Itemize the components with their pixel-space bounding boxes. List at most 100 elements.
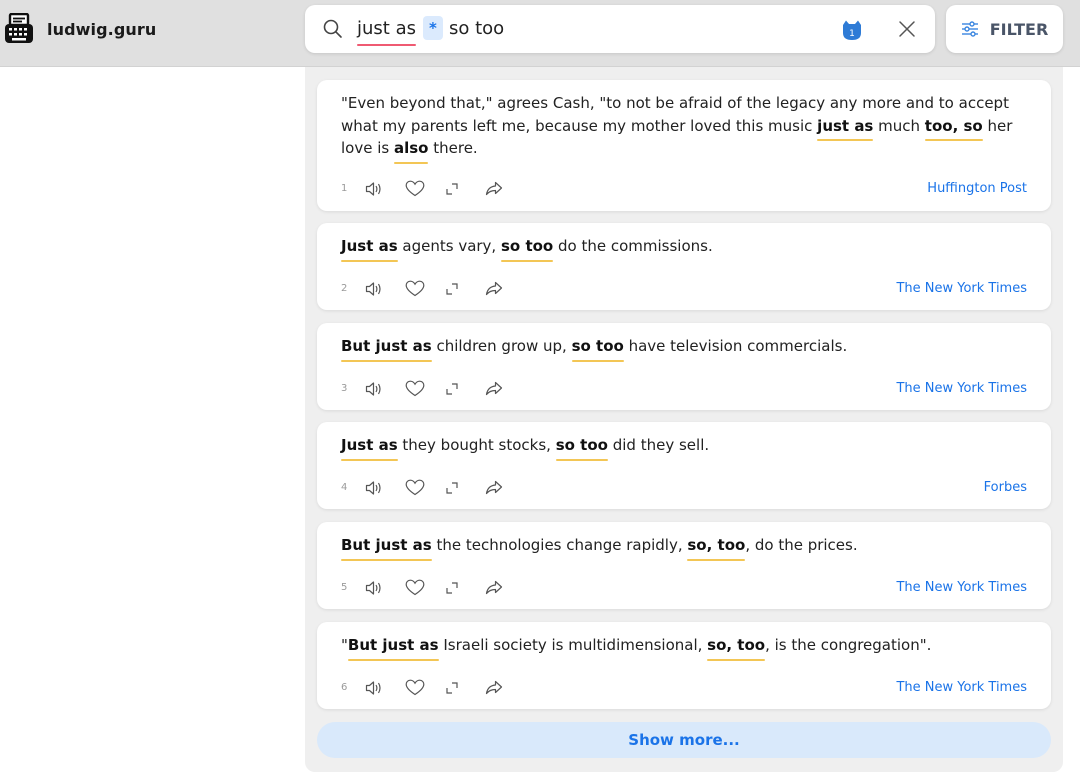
share-icon <box>485 181 503 196</box>
speaker-icon <box>365 480 381 495</box>
share-button[interactable] <box>485 680 515 695</box>
listen-button[interactable] <box>365 181 395 197</box>
like-button[interactable] <box>405 180 435 197</box>
highlighted-match: so, too <box>707 634 765 660</box>
filter-label: FILTER <box>989 19 1049 39</box>
share-button[interactable] <box>485 181 515 196</box>
search-bar[interactable]: just as * so too 1 <box>305 5 935 53</box>
sentence-text: the technologies change rapidly, <box>431 536 688 554</box>
like-button[interactable] <box>405 479 435 496</box>
wildcard-chip[interactable]: * <box>422 16 443 40</box>
like-button[interactable] <box>405 579 435 596</box>
highlighted-match: so too <box>500 235 554 261</box>
query-part-first: just as <box>357 17 416 46</box>
share-button[interactable] <box>485 580 515 595</box>
speaker-icon <box>365 680 381 695</box>
card-actions: 6 <box>341 679 515 696</box>
filter-button[interactable]: FILTER <box>946 5 1063 53</box>
top-bar: ludwig.guru just as * so too 1 FILTER <box>0 0 1080 67</box>
highlighted-match: Just as <box>341 434 398 460</box>
show-more-button[interactable]: Show more... <box>317 722 1051 758</box>
sentence-text: children grow up, <box>431 337 572 355</box>
source-link[interactable]: The New York Times <box>896 281 1027 296</box>
like-button[interactable] <box>405 380 435 397</box>
listen-button[interactable] <box>365 281 395 297</box>
share-icon <box>485 381 503 396</box>
highlighted-match: too, so <box>924 115 983 141</box>
expand-button[interactable] <box>445 681 475 695</box>
sentence-text: did they sell. <box>607 436 710 454</box>
share-button[interactable] <box>485 381 515 396</box>
sentence-text: they bought stocks, <box>397 436 556 454</box>
like-button[interactable] <box>405 679 435 696</box>
highlighted-match: so, too <box>687 534 745 560</box>
source-link[interactable]: The New York Times <box>896 381 1027 396</box>
heart-icon <box>405 679 425 696</box>
listen-button[interactable] <box>365 680 395 696</box>
source-link[interactable]: The New York Times <box>896 580 1027 595</box>
result-card: But just as children grow up, so too hav… <box>317 323 1051 410</box>
highlighted-match: But just as <box>347 634 439 660</box>
example-sentence: "Even beyond that," agrees Cash, "to not… <box>341 92 1029 163</box>
sentence-text: there. <box>428 139 478 157</box>
card-actions: 4 <box>341 479 515 496</box>
highlighted-match: just as <box>817 115 874 141</box>
expand-button[interactable] <box>445 282 475 296</box>
share-button[interactable] <box>485 281 515 296</box>
logo[interactable]: ludwig.guru <box>3 13 156 45</box>
expand-button[interactable] <box>445 581 475 595</box>
expand-icon <box>446 182 458 195</box>
source-link[interactable]: Forbes <box>984 480 1027 495</box>
expand-button[interactable] <box>445 182 475 196</box>
logo-text: ludwig.guru <box>47 19 157 39</box>
source-link[interactable]: The New York Times <box>896 680 1027 695</box>
expand-icon <box>446 681 458 694</box>
example-sentence: Just as they bought stocks, so too did t… <box>341 434 1029 460</box>
source-link[interactable]: Huffington Post <box>927 181 1027 196</box>
result-card: Just as agents vary, so too do the commi… <box>317 223 1051 310</box>
example-sentence: Just as agents vary, so too do the commi… <box>341 235 1029 261</box>
expand-button[interactable] <box>445 481 475 495</box>
heart-icon <box>405 579 425 596</box>
search-input[interactable]: just as * so too <box>357 16 505 46</box>
expand-icon <box>446 382 458 395</box>
badge-count: 1 <box>849 29 855 39</box>
expand-icon <box>446 481 458 494</box>
speaker-icon <box>365 381 381 396</box>
cat-icon[interactable]: 1 <box>841 19 863 41</box>
result-number: 4 <box>341 482 348 493</box>
share-button[interactable] <box>485 480 515 495</box>
share-icon <box>485 680 503 695</box>
sentence-text: Israeli society is multidimensional, <box>438 636 708 654</box>
speaker-icon <box>365 580 381 595</box>
share-icon <box>485 480 503 495</box>
result-number: 6 <box>341 682 348 693</box>
search-icon[interactable] <box>322 18 344 40</box>
result-card: But just as the technologies change rapi… <box>317 522 1051 609</box>
speaker-icon <box>365 181 381 196</box>
like-button[interactable] <box>405 280 435 297</box>
query-part-last: so too <box>448 17 505 39</box>
result-card: Just as they bought stocks, so too did t… <box>317 422 1051 509</box>
result-number: 2 <box>341 283 348 294</box>
card-actions: 1 <box>341 180 515 197</box>
close-icon[interactable] <box>898 20 916 38</box>
heart-icon <box>405 479 425 496</box>
highlighted-match: But just as <box>341 534 432 560</box>
result-card: "Even beyond that," agrees Cash, "to not… <box>317 80 1051 211</box>
result-number: 5 <box>341 582 348 593</box>
share-icon <box>485 580 503 595</box>
expand-button[interactable] <box>445 382 475 396</box>
example-sentence: But just as children grow up, so too hav… <box>341 335 1029 361</box>
sentence-text: do the commissions. <box>553 237 713 255</box>
heart-icon <box>405 380 425 397</box>
listen-button[interactable] <box>365 381 395 397</box>
expand-icon <box>446 282 458 295</box>
example-sentence: "But just as Israeli society is multidim… <box>341 634 1029 660</box>
listen-button[interactable] <box>365 580 395 596</box>
sentence-text: " <box>341 636 348 654</box>
sentence-text: agents vary, <box>397 237 501 255</box>
highlighted-match: also <box>393 137 428 163</box>
listen-button[interactable] <box>365 480 395 496</box>
typewriter-icon <box>5 13 33 43</box>
